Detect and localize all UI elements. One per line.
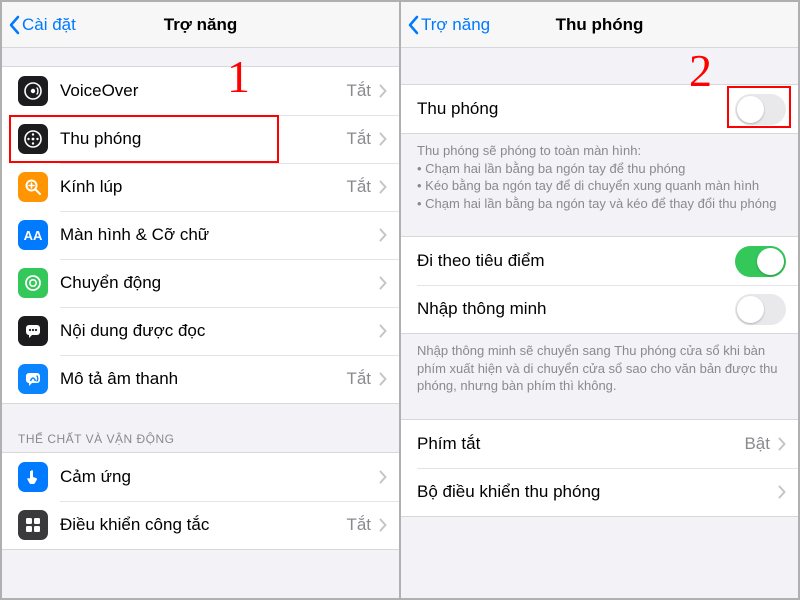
- row-follow-focus[interactable]: Đi theo tiêu điểm: [401, 237, 798, 285]
- row-spoken-content[interactable]: Nội dung được đọc: [2, 307, 399, 355]
- chevron-right-icon: [778, 437, 786, 451]
- audio-descriptions-icon: [18, 364, 48, 394]
- zoom-toggle-group: Thu phóng: [401, 84, 798, 134]
- svg-text:AA: AA: [24, 228, 43, 243]
- chevron-right-icon: [379, 84, 387, 98]
- row-detail: Bật: [744, 434, 770, 454]
- row-label: Thu phóng: [417, 99, 735, 119]
- row-zoom-toggle[interactable]: Thu phóng: [401, 85, 798, 133]
- spoken-content-icon: [18, 316, 48, 346]
- row-detail: Tắt: [346, 129, 371, 149]
- back-button[interactable]: Cài đặt: [8, 2, 76, 47]
- row-label: Màn hình & Cỡ chữ: [60, 225, 371, 245]
- row-touch[interactable]: Cảm ứng: [2, 453, 399, 501]
- row-detail: Tắt: [346, 81, 371, 101]
- options-group: Phím tắt Bật Bộ điều khiển thu phóng: [401, 419, 798, 517]
- row-detail: Tắt: [346, 515, 371, 535]
- row-zoom[interactable]: Thu phóng Tắt: [2, 115, 399, 163]
- pane-accessibility: Cài đặt Trợ năng VoiceOver Tắt: [2, 2, 399, 598]
- row-switch-control[interactable]: Điều khiển công tắc Tắt: [2, 501, 399, 549]
- switch-control-icon: [18, 510, 48, 540]
- row-detail: Tắt: [346, 177, 371, 197]
- chevron-right-icon: [379, 518, 387, 532]
- content-left: VoiceOver Tắt Thu phóng Tắt: [2, 48, 399, 598]
- vision-group: VoiceOver Tắt Thu phóng Tắt: [2, 66, 399, 404]
- touch-icon: [18, 462, 48, 492]
- display-text-icon: AA: [18, 220, 48, 250]
- row-smart-typing[interactable]: Nhập thông minh: [401, 285, 798, 333]
- row-label: Cảm ứng: [60, 467, 371, 487]
- pane-zoom: Trợ năng Thu phóng Thu phóng Thu phóng s…: [399, 2, 798, 598]
- smart-typing-description: Nhập thông minh sẽ chuyển sang Thu phóng…: [401, 334, 798, 405]
- row-motion[interactable]: Chuyển động: [2, 259, 399, 307]
- row-voiceover[interactable]: VoiceOver Tắt: [2, 67, 399, 115]
- chevron-right-icon: [379, 324, 387, 338]
- chevron-right-icon: [379, 276, 387, 290]
- row-label: Thu phóng: [60, 129, 340, 149]
- zoom-desc-bullet: • Chạm hai lần bằng ba ngón tay để thu p…: [417, 160, 782, 178]
- navbar-right: Trợ năng Thu phóng: [401, 2, 798, 48]
- row-magnifier[interactable]: Kính lúp Tắt: [2, 163, 399, 211]
- row-detail: Tắt: [346, 369, 371, 389]
- row-zoom-controller[interactable]: Bộ điều khiển thu phóng: [401, 468, 798, 516]
- follow-focus-toggle[interactable]: [735, 246, 786, 277]
- row-label: Nhập thông minh: [417, 299, 735, 319]
- row-keyboard-shortcuts[interactable]: Phím tắt Bật: [401, 420, 798, 468]
- chevron-right-icon: [379, 470, 387, 484]
- voiceover-icon: [18, 76, 48, 106]
- chevron-right-icon: [379, 372, 387, 386]
- physical-group: Cảm ứng Điều khiển công tắc Tắt: [2, 452, 399, 550]
- row-label: VoiceOver: [60, 81, 340, 101]
- motion-icon: [18, 268, 48, 298]
- back-button[interactable]: Trợ năng: [407, 2, 490, 47]
- row-label: Nội dung được đọc: [60, 321, 371, 341]
- row-label: Đi theo tiêu điểm: [417, 251, 735, 271]
- chevron-right-icon: [778, 485, 786, 499]
- zoom-desc-title: Thu phóng sẽ phóng to toàn màn hình:: [417, 143, 641, 158]
- row-label: Kính lúp: [60, 177, 340, 197]
- zoom-toggle[interactable]: [735, 94, 786, 125]
- focus-group: Đi theo tiêu điểm Nhập thông minh: [401, 236, 798, 334]
- row-label: Bộ điều khiển thu phóng: [417, 482, 770, 502]
- chevron-right-icon: [379, 132, 387, 146]
- navbar-left: Cài đặt Trợ năng: [2, 2, 399, 48]
- row-label: Chuyển động: [60, 273, 371, 293]
- row-label: Điều khiển công tắc: [60, 515, 340, 535]
- zoom-desc-bullet: • Chạm hai lần bằng ba ngón tay và kéo đ…: [417, 195, 782, 213]
- zoom-description: Thu phóng sẽ phóng to toàn màn hình: • C…: [401, 134, 798, 222]
- row-audio-descriptions[interactable]: Mô tả âm thanh Tắt: [2, 355, 399, 403]
- section-header-physical: THỂ CHẤT VÀ VẬN ĐỘNG: [2, 404, 399, 452]
- chevron-left-icon: [407, 15, 419, 35]
- row-display-text[interactable]: AA Màn hình & Cỡ chữ: [2, 211, 399, 259]
- magnifier-icon: [18, 172, 48, 202]
- chevron-right-icon: [379, 228, 387, 242]
- back-label: Cài đặt: [22, 15, 76, 35]
- content-right: Thu phóng Thu phóng sẽ phóng to toàn màn…: [401, 48, 798, 598]
- zoom-desc-bullet: • Kéo bằng ba ngón tay để di chuyển xung…: [417, 177, 782, 195]
- zoom-icon: [18, 124, 48, 154]
- smart-typing-toggle[interactable]: [735, 294, 786, 325]
- chevron-right-icon: [379, 180, 387, 194]
- row-label: Mô tả âm thanh: [60, 369, 340, 389]
- page-title: Trợ năng: [164, 15, 237, 35]
- row-label: Phím tắt: [417, 434, 738, 454]
- chevron-left-icon: [8, 15, 20, 35]
- back-label: Trợ năng: [421, 15, 490, 35]
- page-title: Thu phóng: [556, 15, 644, 35]
